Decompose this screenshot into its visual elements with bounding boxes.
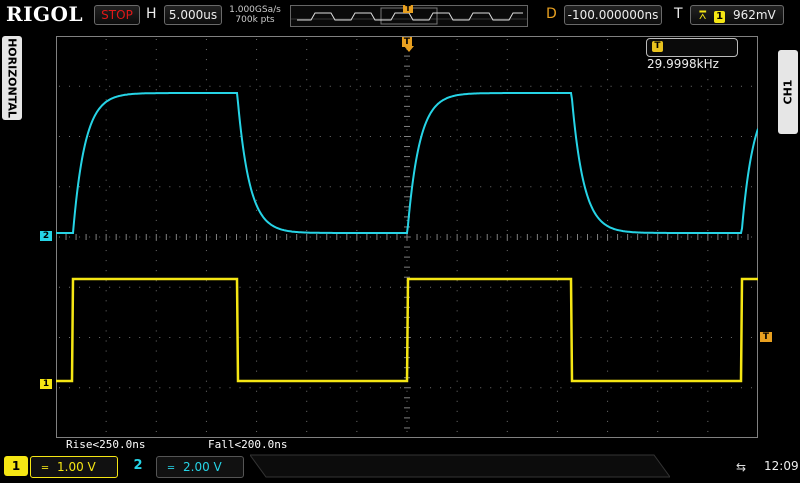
trigger-label: T	[674, 6, 683, 22]
delay-value[interactable]: -100.000000ns	[564, 5, 662, 25]
run-stop-status[interactable]: STOP	[94, 5, 140, 25]
ch1-menu-tab[interactable]: CH1	[778, 50, 798, 134]
usb-icon: ⇆	[736, 460, 747, 474]
ch1-scale[interactable]: ═ 1.00 V	[30, 456, 118, 478]
acquisition-info: 1.000GSa/s 700k pts	[226, 5, 284, 25]
ch2-scale[interactable]: ═ 2.00 V	[156, 456, 244, 478]
ch1-scale-value: 1.00 V	[57, 460, 96, 474]
frequency-readout[interactable]: T 29.9998kHz	[646, 38, 738, 71]
trigger-level: 962mV	[732, 8, 776, 22]
ch2-ground-marker[interactable]: 2	[40, 231, 52, 241]
ch1-tab-label: CH1	[781, 79, 795, 105]
rise-time-measurement: Rise<250.0ns	[66, 438, 146, 451]
clock: 12:09	[764, 459, 799, 473]
delay-label: D	[546, 6, 557, 22]
trigger-arrow-icon	[404, 46, 414, 52]
rising-edge-icon: ⩞	[699, 8, 707, 22]
waveform-display[interactable]	[56, 36, 758, 438]
ch1-badge[interactable]: 1	[4, 456, 28, 476]
fall-time-measurement: Fall<200.0ns	[208, 438, 288, 451]
trigger-level-marker[interactable]: T	[760, 332, 772, 342]
timebase-value[interactable]: 5.000us	[164, 5, 222, 25]
memory-depth: 700k pts	[235, 15, 275, 25]
ch2-scale-value: 2.00 V	[183, 460, 222, 474]
trigger-setting[interactable]: ⩞ 1 962mV	[690, 5, 784, 25]
memory-overview-bar[interactable]: T	[290, 5, 528, 27]
frequency-value: 29.9998kHz	[647, 57, 719, 71]
horizontal-tab-label: HORIZONTAL	[5, 38, 19, 118]
dc-coupling-icon: ═	[41, 463, 49, 474]
ch1-ground-marker[interactable]: 1	[40, 379, 52, 389]
horizontal-label: H	[146, 6, 157, 22]
dc-coupling-icon: ═	[167, 463, 175, 474]
sample-rate: 1.000GSa/s	[229, 5, 281, 15]
trigger-source-badge: 1	[714, 11, 726, 23]
brand-logo: RIGOL	[6, 2, 84, 26]
ch2-waveform	[56, 92, 758, 234]
trigger-position-marker: T	[403, 5, 413, 13]
trigger-badge-icon: T	[652, 41, 663, 52]
horizontal-menu-tab[interactable]: HORIZONTAL	[2, 36, 22, 120]
ch2-badge[interactable]: 2	[126, 456, 150, 476]
bottom-bar-spacer	[249, 453, 671, 479]
ch1-waveform	[56, 277, 758, 383]
